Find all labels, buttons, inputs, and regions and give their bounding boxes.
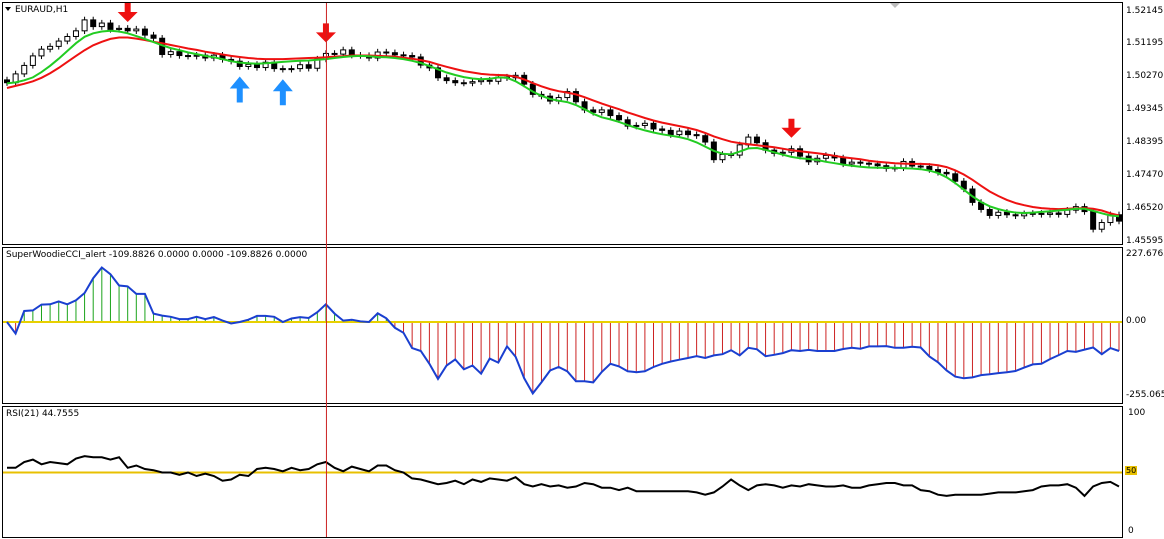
candle-body — [98, 22, 105, 28]
candle-body — [857, 161, 864, 164]
candle-body — [598, 109, 605, 113]
price-tick: 1.51195 — [1126, 38, 1164, 48]
candle-body — [400, 54, 407, 57]
candle-body — [917, 165, 924, 168]
candle-body — [1021, 213, 1028, 217]
candle-body — [176, 51, 183, 57]
candle-body — [866, 162, 873, 165]
candle-body — [797, 148, 804, 157]
candle-body — [702, 135, 709, 143]
price-tick: 1.45595 — [1126, 236, 1164, 246]
cci-indicator-label: SuperWoodieCCI_alert -109.8826 0.0000 0.… — [6, 250, 308, 260]
candle-body — [478, 79, 485, 83]
candle-body — [55, 40, 62, 47]
trading-chart[interactable] — [0, 0, 1164, 539]
candle-body — [469, 81, 476, 84]
candle-body — [340, 49, 347, 55]
candle-body — [90, 19, 97, 28]
cci-tick: 0.00 — [1126, 316, 1147, 326]
candle-body — [486, 79, 493, 82]
candle-body — [348, 49, 355, 56]
candle-body — [1038, 212, 1045, 215]
candle-body — [81, 19, 88, 32]
candle-body — [943, 171, 950, 175]
symbol-label-text: EURAUD,H1 — [15, 5, 69, 15]
candle-body — [279, 68, 286, 71]
candle-body — [753, 136, 760, 144]
candle-body — [38, 48, 45, 57]
candle-body — [684, 130, 691, 136]
candle-body — [719, 153, 726, 161]
rsi-tick: 100 — [1128, 408, 1146, 418]
candle-body — [616, 115, 623, 121]
price-tick: 1.48395 — [1126, 137, 1164, 147]
candle-body — [1090, 211, 1097, 230]
candle-body — [245, 63, 252, 67]
cci-panel — [2, 247, 1123, 404]
rsi-level-tag: 50 — [1125, 466, 1138, 475]
candle-body — [848, 161, 855, 165]
candle-body — [452, 80, 459, 84]
candle-body — [952, 173, 959, 182]
chevron-down-icon[interactable] — [5, 7, 11, 11]
candle-body — [693, 134, 700, 137]
candle-body — [822, 154, 829, 159]
candle-body — [607, 109, 614, 117]
symbol-label: EURAUD,H1 — [5, 5, 68, 15]
price-tick: 1.52145 — [1126, 6, 1164, 16]
price-tick: 1.49345 — [1126, 104, 1164, 114]
candle-body — [1012, 214, 1019, 217]
candle-body — [667, 129, 674, 136]
candle-body — [383, 51, 390, 54]
candle-body — [1003, 211, 1010, 216]
candle-body — [874, 163, 881, 167]
candle-body — [288, 68, 295, 71]
candle-body — [443, 77, 450, 82]
candle-body — [29, 55, 36, 66]
candle-body — [116, 27, 123, 30]
candle-body — [676, 130, 683, 136]
candle-body — [460, 82, 467, 85]
price-tick: 1.47470 — [1126, 170, 1164, 180]
cci-tick: -255.0657 — [1126, 390, 1164, 400]
candle-body — [926, 165, 933, 171]
candle-body — [297, 64, 304, 70]
candle-body — [840, 157, 847, 165]
candle-body — [1098, 222, 1105, 230]
price-panel — [2, 2, 1123, 245]
rsi-indicator-label: RSI(21) 44.7555 — [6, 409, 80, 419]
candle-body — [995, 211, 1002, 216]
candle-body — [150, 34, 157, 39]
candle-body — [133, 28, 140, 32]
candle-body — [331, 52, 338, 55]
candle-body — [391, 52, 398, 56]
candle-body — [253, 63, 260, 69]
candle-body — [1047, 212, 1054, 215]
candle-body — [305, 64, 312, 69]
candle-body — [779, 151, 786, 154]
candle-body — [47, 45, 54, 50]
candle-body — [167, 51, 174, 55]
candle-body — [124, 27, 131, 32]
price-tick: 1.46520 — [1126, 203, 1164, 213]
candle-body — [72, 30, 79, 37]
rsi-tick: 0 — [1128, 526, 1134, 536]
candle-body — [659, 128, 666, 131]
candle-body — [1055, 212, 1062, 215]
candle-body — [141, 28, 148, 36]
candle-body — [64, 35, 71, 42]
candle-body — [107, 22, 114, 30]
candle-body — [641, 122, 648, 126]
candle-body — [650, 122, 657, 130]
candle-body — [185, 55, 192, 58]
candle-body — [409, 55, 416, 58]
cci-tick: 227.6765 — [1126, 249, 1164, 259]
price-tick: 1.50270 — [1126, 71, 1164, 81]
candle-body — [986, 208, 993, 216]
candle-body — [21, 64, 28, 75]
